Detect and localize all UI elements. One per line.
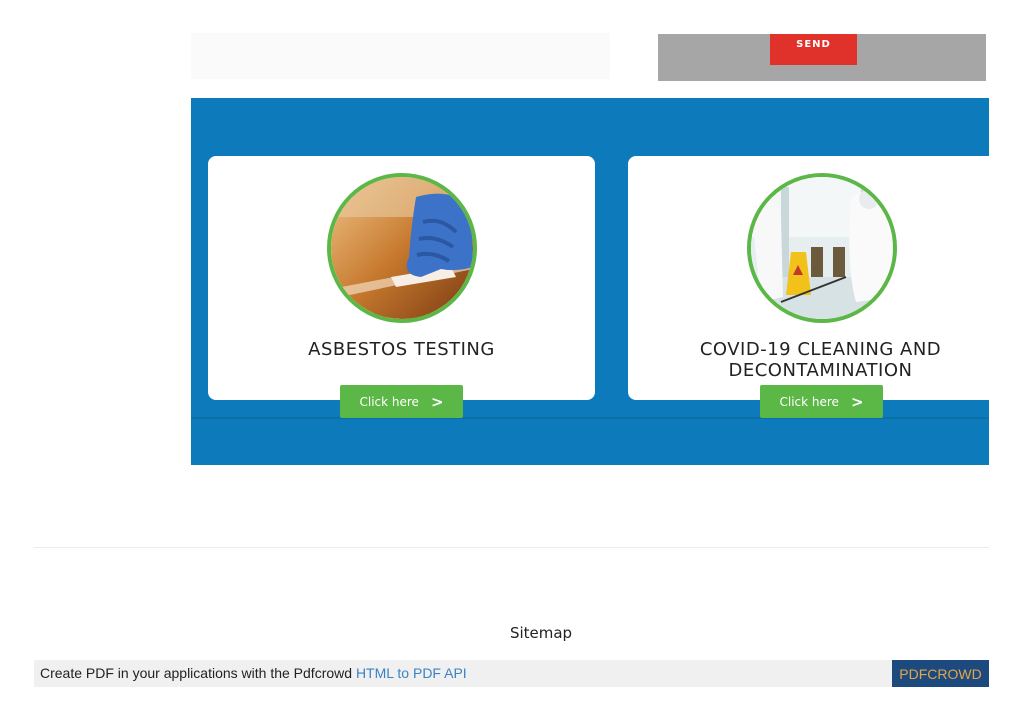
button-label: Click here: [779, 394, 839, 409]
service-title-line-2: DECONTAMINATION: [728, 360, 913, 381]
pdf-banner-message: Create PDF in your applications with the…: [40, 665, 356, 681]
click-here-button-asbestos[interactable]: Click here >: [340, 385, 463, 418]
service-title-line-1: COVID-19 CLEANING AND: [699, 339, 942, 360]
button-label: Click here: [359, 394, 419, 409]
service-title-covid: COVID-19 CLEANING AND DECONTAMINATION: [668, 339, 973, 381]
page: SEND ASBESTOS TESTING Click here > COVID…: [0, 0, 1023, 724]
send-button[interactable]: SEND: [770, 34, 857, 65]
chevron-right-icon: >: [430, 392, 444, 411]
form-input-field[interactable]: [191, 33, 610, 79]
sitemap-link[interactable]: Sitemap: [441, 624, 641, 642]
service-title-asbestos: ASBESTOS TESTING: [308, 339, 495, 360]
pdf-banner-text: Create PDF in your applications with the…: [40, 665, 467, 681]
service-image-asbestos: [327, 173, 477, 323]
html-to-pdf-api-link[interactable]: HTML to PDF API: [356, 665, 467, 681]
chevron-right-icon: >: [850, 392, 864, 411]
click-here-button-covid[interactable]: Click here >: [760, 385, 883, 418]
footer-divider: [34, 547, 989, 548]
service-image-covid: [747, 173, 897, 323]
pdfcrowd-logo-link[interactable]: PDFCROWD: [892, 660, 989, 687]
